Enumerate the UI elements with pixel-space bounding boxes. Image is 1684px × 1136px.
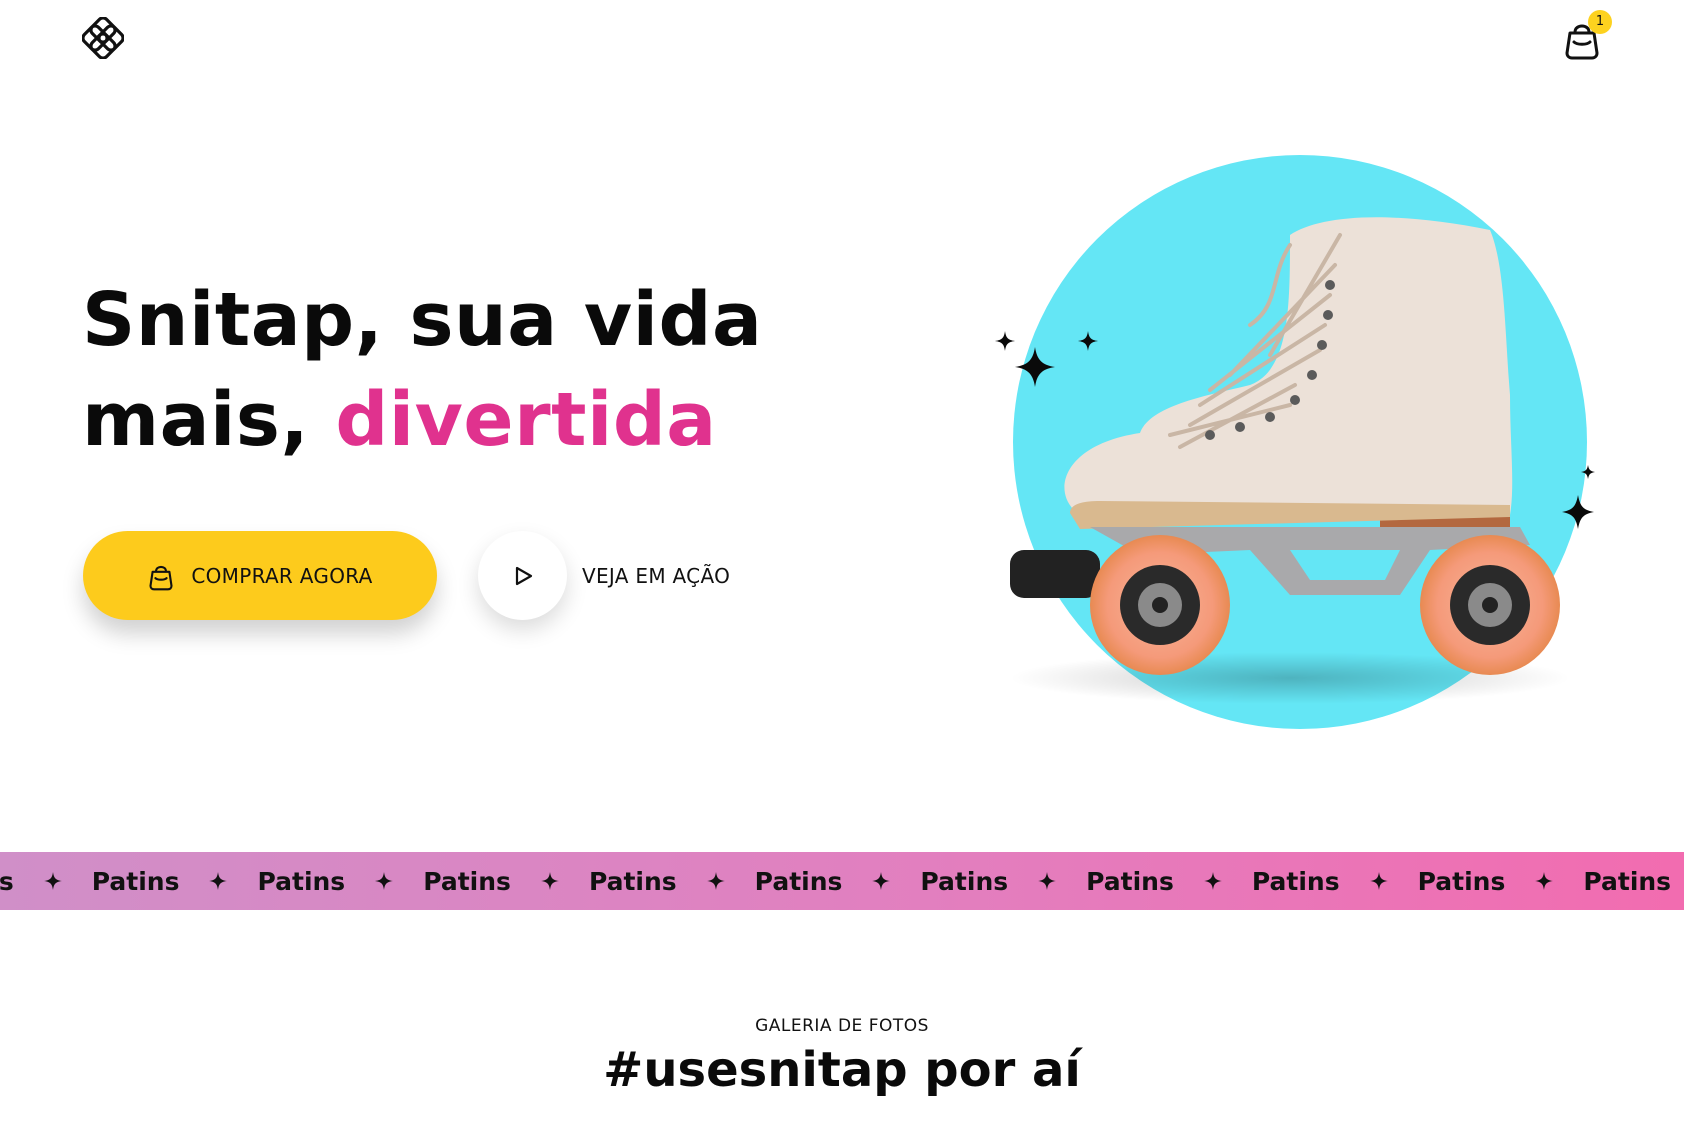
shopping-bag-icon: [149, 565, 173, 590]
marquee-item: Patins: [1418, 852, 1584, 910]
skate-wheel-back: [1420, 535, 1560, 675]
play-video-button[interactable]: [478, 531, 567, 620]
sparkle-icon: [706, 872, 725, 890]
sparkle-icon: [1203, 872, 1222, 890]
sparkle-icon: [209, 872, 228, 890]
category-marquee: Patins Patins Patins Patins Patins Patins Pati…: [0, 852, 1684, 910]
marquee-track: Patins Patins Patins Patins Patins Patins Pati…: [0, 852, 1684, 910]
hero-skate-image: [990, 155, 1630, 755]
sparkle-icon: [43, 872, 62, 890]
hero-title-line-2: mais, divertida: [82, 370, 842, 470]
marquee-item: Patins: [257, 852, 423, 910]
skate-wheel-front: [1090, 535, 1230, 675]
sparkle-icon: [872, 872, 891, 890]
sparkle-icon: [1369, 872, 1388, 890]
marquee-word: Patins: [91, 866, 180, 896]
sparkle-icon: [1535, 872, 1554, 890]
site-header: 1: [0, 0, 1684, 80]
cart-count-badge: 1: [1588, 10, 1612, 34]
marquee-item: Patins: [920, 852, 1086, 910]
marquee-item: Patins: [755, 852, 921, 910]
marquee-item: Patins: [423, 852, 589, 910]
marquee-word: Patins: [1251, 866, 1340, 896]
marquee-word: Patins: [0, 866, 14, 896]
buy-now-button[interactable]: COMPRAR AGORA: [83, 531, 437, 620]
marquee-word: Patins: [1583, 866, 1672, 896]
marquee-word: Patins: [754, 866, 843, 896]
gallery-title: #usesnitap por aí: [603, 1042, 1081, 1098]
marquee-word: Patins: [1417, 866, 1506, 896]
marquee-item: Patins: [1086, 852, 1252, 910]
marquee-item: Patins: [589, 852, 755, 910]
buy-now-label: COMPRAR AGORA: [191, 563, 373, 588]
sparkle-icon: [540, 872, 559, 890]
marquee-word: Patins: [588, 866, 677, 896]
marquee-item: Patins: [1583, 852, 1684, 910]
hero-title: Snitap, sua vida mais, divertida: [82, 270, 842, 470]
marquee-item: Patins: [0, 852, 92, 910]
hero-title-accent: divertida: [335, 377, 717, 463]
snitap-logo-icon[interactable]: [81, 16, 125, 60]
gallery-eyebrow: GALERIA DE FOTOS: [755, 1016, 929, 1036]
marquee-word: Patins: [920, 866, 1009, 896]
see-in-action-link[interactable]: VEJA EM AÇÃO: [582, 564, 730, 588]
marquee-item: Patins: [92, 852, 258, 910]
marquee-word: Patins: [423, 866, 511, 896]
marquee-item: Patins: [1252, 852, 1418, 910]
marquee-word: Patins: [257, 866, 346, 896]
play-icon: [515, 566, 532, 585]
sparkle-icon: [1038, 872, 1057, 890]
sparkle-icon: [375, 872, 394, 890]
hero-title-prefix: mais,: [82, 377, 336, 463]
marquee-word: Patins: [1086, 866, 1174, 896]
hero-title-line-1: Snitap, sua vida: [82, 277, 763, 363]
